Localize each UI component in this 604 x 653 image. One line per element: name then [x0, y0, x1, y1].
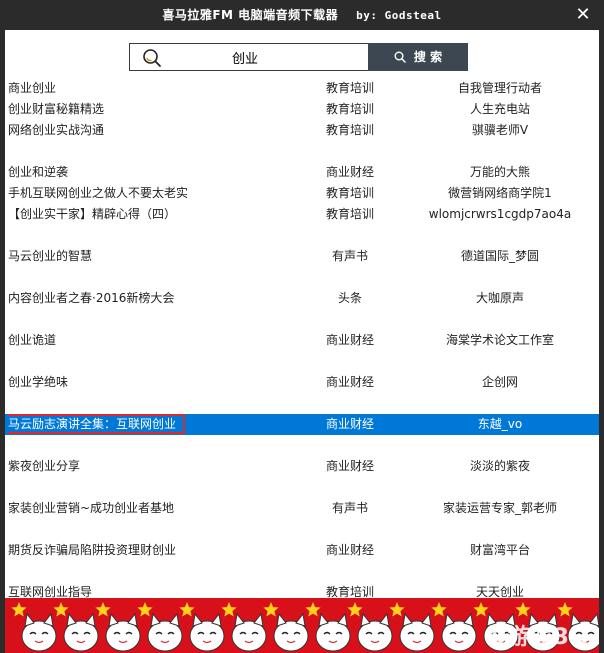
window-title-author: by: Godsteal [356, 9, 442, 22]
close-icon: ✕ [575, 4, 591, 25]
author-cell: 万能的大熊 [469, 165, 530, 179]
album-name: 期货反诈骗局陷阱投资理财创业 [8, 543, 177, 557]
table-row[interactable]: 创业财富秘籍精选 教育培训 人生充电站 [5, 99, 599, 120]
category-cell: 商业财经 [325, 333, 374, 347]
author-cell: 家装运营专家_郭老师 [442, 501, 557, 515]
category-cell: 头条 [337, 291, 362, 305]
album-name: 创业学绝味 [8, 375, 69, 389]
author-cell: 海棠学术论文工作室 [445, 333, 554, 347]
author-cell: 德道国际_梦圆 [460, 249, 539, 263]
album-name-cell: 网络创业实战沟通 [8, 120, 308, 141]
title-bar: 喜马拉雅FM 电脑端音频下载器 by: Godsteal ✕ [0, 0, 604, 30]
table-row[interactable]: 创业和逆袭 商业财经 万能的大熊 [5, 162, 599, 183]
category-cell: 有声书 [331, 501, 368, 515]
search-button[interactable]: 搜 索 [368, 43, 468, 71]
search-button-icon [394, 51, 406, 63]
category-cell: 教育培训 [325, 585, 374, 598]
album-name: 商业创业 [8, 81, 57, 95]
search-bar: 搜 索 [5, 30, 599, 78]
author-cell: 微营销网络商学院1 [448, 186, 552, 200]
author-cell: 人生充电站 [469, 102, 530, 116]
category-cell: 教育培训 [325, 123, 374, 137]
album-name-cell: 创业诡道 [8, 330, 308, 351]
author-cell: 东越_vo [477, 417, 523, 431]
category-cell: 教育培训 [325, 102, 374, 116]
album-name-cell: 马云励志演讲全集：互联网创业 [8, 414, 308, 435]
main-panel: 搜 索 商业创业教育培训自我管理行动者创业财富秘籍精选教育培训人生充电站网络创业… [5, 30, 599, 598]
search-field[interactable] [129, 43, 369, 71]
album-name-cell: 马云创业的智慧 [8, 246, 308, 267]
table-row[interactable]: 商业创业 教育培训 自我管理行动者 [5, 78, 599, 99]
table-row[interactable]: 内容创业者之春·2016新榜大会 头条 大咖原声 [5, 288, 599, 309]
table-row[interactable]: 紫夜创业分享 商业财经 淡淡的紫夜 [5, 456, 599, 477]
author-cell: 财富湾平台 [469, 543, 530, 557]
category-cell: 商业财经 [325, 417, 374, 431]
album-name: 紫夜创业分享 [8, 459, 81, 473]
category-cell: 有声书 [331, 249, 368, 263]
search-icon [143, 49, 161, 67]
album-name-cell: 家装创业营销~成功创业者基地 [8, 498, 308, 519]
search-button-label: 搜 索 [413, 50, 443, 64]
album-name-cell: 创业和逆袭 [8, 162, 308, 183]
category-cell: 商业财经 [325, 459, 374, 473]
category-cell: 教育培训 [325, 186, 374, 200]
category-cell: 商业财经 [325, 375, 374, 389]
album-name: 家装创业营销~成功创业者基地 [8, 501, 175, 515]
author-cell: 大咖原声 [475, 291, 524, 305]
album-name-cell: 创业财富秘籍精选 [8, 99, 308, 120]
album-name-cell: 期货反诈骗局陷阱投资理财创业 [8, 540, 308, 561]
table-row[interactable]: 网络创业实战沟通 教育培训 骐骥老师V [5, 120, 599, 141]
category-cell: 商业财经 [325, 165, 374, 179]
category-cell: 教育培训 [325, 81, 374, 95]
table-row[interactable]: 马云创业的智慧 有声书 德道国际_梦圆 [5, 246, 599, 267]
table-row[interactable]: 马云励志演讲全集：互联网创业 商业财经 东越_vo [5, 414, 599, 435]
author-cell: 淡淡的紫夜 [469, 459, 530, 473]
table-row[interactable]: 【创业实干家】精辟心得（四） 教育培训 wlomjcrwrs1cgdp7ao4a [5, 204, 599, 225]
album-name-cell: 内容创业者之春·2016新榜大会 [8, 288, 308, 309]
album-name: 互联网创业指导 [8, 585, 93, 598]
table-row[interactable]: 手机互联网创业之做人不要太老实 教育培训 微营销网络商学院1 [5, 183, 599, 204]
category-cell: 商业财经 [325, 543, 374, 557]
close-button[interactable]: ✕ [572, 4, 594, 26]
author-cell: 天天创业 [475, 585, 524, 598]
table-row[interactable]: 互联网创业指导 教育培训 天天创业 [5, 582, 599, 598]
table-row[interactable]: 创业诡道 商业财经 海棠学术论文工作室 [5, 330, 599, 351]
album-name: 【创业实干家】精辟心得（四） [8, 207, 177, 221]
table-row[interactable]: 家装创业营销~成功创业者基地 有声书 家装运营专家_郭老师 [5, 498, 599, 519]
results-list: 商业创业 教育培训 自我管理行动者 创业财富秘籍精选 教育培训 人生充电站 网络创业实战沟通… [5, 78, 599, 598]
album-name: 马云创业的智慧 [8, 249, 93, 263]
album-name-cell: 创业学绝味 [8, 372, 308, 393]
window-title-text: 喜马拉雅FM 电脑端音频下载器 [162, 8, 339, 22]
album-name: 网络创业实战沟通 [8, 123, 105, 137]
search-input[interactable] [170, 46, 320, 68]
album-name: 内容创业者之春·2016新榜大会 [8, 291, 175, 305]
ad-banner[interactable]: 9游戏3G [5, 598, 599, 653]
category-cell: 教育培训 [325, 207, 374, 221]
album-name-cell: 【创业实干家】精辟心得（四） [8, 204, 308, 225]
album-name-cell: 互联网创业指导 [8, 582, 308, 598]
author-cell: wlomjcrwrs1cgdp7ao4a [428, 207, 572, 221]
album-name: 创业财富秘籍精选 [8, 102, 105, 116]
album-name-cell: 手机互联网创业之做人不要太老实 [8, 183, 308, 204]
album-name-cell: 商业创业 [8, 78, 308, 99]
author-cell: 自我管理行动者 [457, 81, 542, 95]
watermark-text: 9游戏3G [491, 625, 589, 650]
album-name: 手机互联网创业之做人不要太老实 [8, 186, 189, 200]
author-cell: 企创网 [481, 375, 518, 389]
album-name: 马云励志演讲全集：互联网创业 [8, 414, 186, 434]
window-title: 喜马拉雅FM 电脑端音频下载器 by: Godsteal [0, 0, 604, 30]
album-name: 创业和逆袭 [8, 165, 69, 179]
author-cell: 骐骥老师V [471, 123, 529, 137]
table-row[interactable]: 创业学绝味 商业财经 企创网 [5, 372, 599, 393]
table-row[interactable]: 期货反诈骗局陷阱投资理财创业 商业财经 财富湾平台 [5, 540, 599, 561]
album-name: 创业诡道 [8, 333, 57, 347]
album-name-cell: 紫夜创业分享 [8, 456, 308, 477]
